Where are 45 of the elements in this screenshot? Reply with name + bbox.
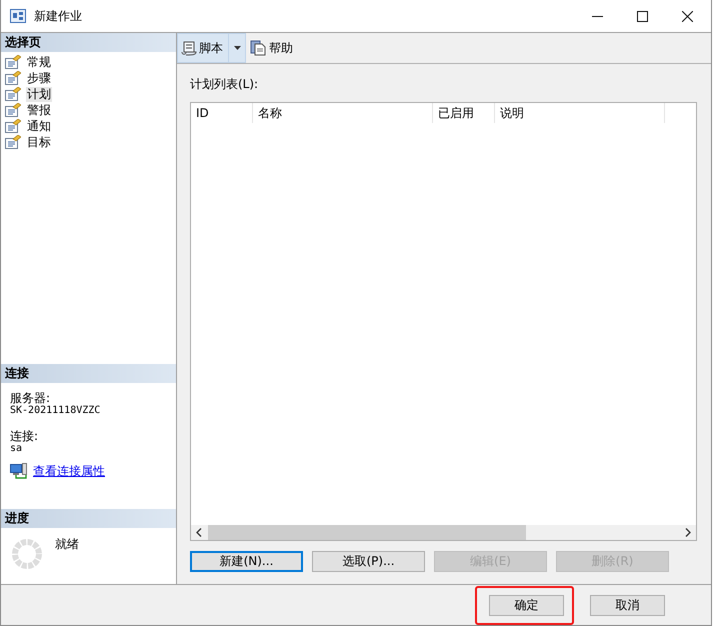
server-name: SK-20211118VZZC <box>10 405 102 416</box>
app-icon <box>10 9 26 23</box>
connection-label: 连接: <box>10 429 40 443</box>
close-icon[interactable] <box>682 10 693 22</box>
user-name: sa <box>10 443 24 454</box>
action-button[interactable]: 新建(N)... <box>190 551 303 572</box>
action-button[interactable]: 选取(P)... <box>312 551 425 572</box>
schedule-list[interactable]: ID 名称 已启用 说明 <box>190 102 697 541</box>
page-icon <box>5 71 21 85</box>
page-icon <box>5 55 21 69</box>
page-item[interactable]: 步骤 <box>26 70 52 86</box>
document-icon <box>250 40 266 56</box>
schedule-list-label: 计划列表(L): <box>190 76 260 93</box>
page-item[interactable]: 计划 <box>26 86 52 102</box>
dialog-button[interactable]: 确定 <box>489 594 564 616</box>
dialog-button[interactable]: 取消 <box>590 594 665 616</box>
help-button[interactable]: 帮助 <box>246 33 297 63</box>
page-icon <box>5 135 21 149</box>
dropdown-button[interactable] <box>229 33 246 63</box>
section-header: 进度 <box>1 509 176 528</box>
script-button[interactable]: 脚本 <box>177 33 229 63</box>
server-label: 服务器: <box>10 391 52 405</box>
connection-properties-link[interactable]: 查看连接属性 <box>33 463 105 480</box>
scroll-left-icon[interactable] <box>196 528 202 537</box>
page-item[interactable]: 常规 <box>26 54 52 70</box>
column-header[interactable]: 名称 <box>253 103 433 123</box>
column-header[interactable]: ID <box>191 103 253 123</box>
page-item[interactable]: 警报 <box>26 102 52 118</box>
page-icon <box>5 87 21 101</box>
column-header[interactable]: 已启用 <box>433 103 495 123</box>
section-header: 选择页 <box>1 33 176 52</box>
scroll-icon <box>181 40 197 56</box>
column-header[interactable]: 说明 <box>495 103 665 123</box>
scroll-right-icon[interactable] <box>685 528 691 537</box>
spinner-icon <box>11 538 43 570</box>
page-icon <box>5 119 21 133</box>
section-header: 连接 <box>1 364 176 383</box>
page-item[interactable]: 通知 <box>26 118 52 134</box>
progress-status: 就绪 <box>55 536 79 553</box>
maximize-icon[interactable] <box>637 10 648 22</box>
window-title: 新建作业 <box>34 8 82 24</box>
page-item[interactable]: 目标 <box>26 134 52 150</box>
computer-icon <box>10 463 28 480</box>
page-icon <box>5 103 21 117</box>
caret-icon <box>234 46 240 50</box>
